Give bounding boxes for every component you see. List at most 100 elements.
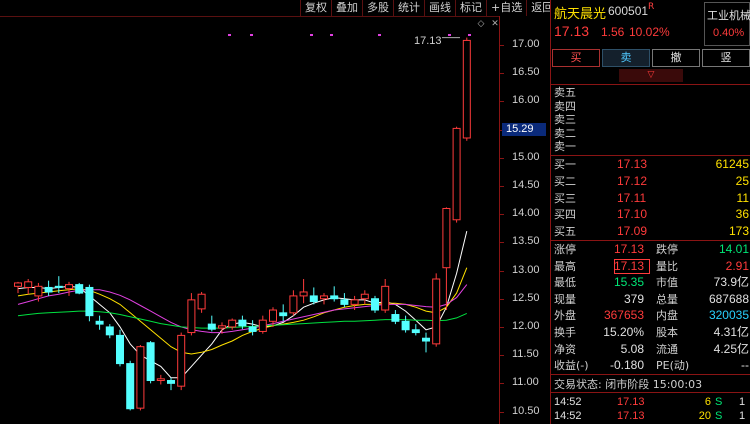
panel-divider [550,0,551,424]
price-axis-label: 11.00 [512,376,539,389]
stat-value: 320035 [708,308,749,323]
tick-side: S [715,410,723,422]
bid-row[interactable]: 买四 17.10 36 [551,206,750,223]
bid-label: 买三 [554,191,576,205]
sector-name: 工业机械 [707,9,750,22]
tick-row: 14:52 17.13 20 S 1 [551,409,750,423]
kline-chart[interactable]: 复权 叠加 多股 统计 画线 标记 +自选 返回 17.13 ◇ ✕ [0,0,553,424]
stat-row: 最高 17.13 量比 2.91 [551,258,750,275]
stock-name: 航天晨光 [554,7,607,22]
ask-row[interactable]: 卖二 [551,127,750,141]
toolbar-mark-button[interactable]: 标记 [455,0,486,16]
tick-count: 1 [739,396,746,408]
bid-label: 买二 [554,174,576,188]
stat-value: 15.20% [603,325,644,339]
ask-row[interactable]: 卖四 [551,100,750,114]
stat-value: 687688 [708,291,749,306]
stat-label: 量比 [656,259,678,273]
price-axis-line [499,16,500,424]
bid-row[interactable]: 买三 17.11 11 [551,190,750,207]
candle-body [340,299,349,305]
candle-body [14,282,22,287]
stat-value: 4.25亿 [713,341,749,356]
price-axis-label: 16.50 [512,66,540,79]
candle-body [156,378,165,382]
stat-value: 14.01 [718,242,749,256]
stat-value: -- [741,358,749,373]
toolbar-stats-button[interactable]: 统计 [393,0,424,16]
ask-row[interactable]: 卖三 [551,113,750,127]
candle-body [136,346,145,409]
candle-body [177,334,186,387]
bid-price: 17.12 [617,173,648,188]
stat-label: 市值 [656,276,678,290]
tick-volume: 6 [704,396,711,408]
toolbar-draw-button[interactable]: 画线 [424,0,455,16]
ask-row[interactable]: 卖五 [551,86,750,100]
bid-price: 17.11 [617,190,647,205]
tick-time: 14:52 [554,410,582,422]
stat-label: 流通 [656,342,678,356]
sector-box[interactable]: 工业机械 0.40% [704,2,750,46]
bid-price: 17.09 [617,224,648,239]
candle-body [422,337,430,342]
toolbar-multistock-button[interactable]: 多股 [362,0,393,16]
candle-body [462,39,471,139]
stat-label: PE(动) [656,359,690,373]
bid-row[interactable]: 买二 17.12 25 [551,173,750,190]
ask-label: 卖五 [554,86,576,99]
candle-body [248,326,257,332]
toolbar-fuquan-button[interactable]: 复权 [300,0,331,16]
stat-label: 内盘 [656,309,678,323]
stat-value: -0.180 [609,358,644,373]
candle-body [309,295,318,303]
price-axis-label: 14.50 [512,178,540,191]
quote-panel: 航天晨光 600501 R 17.13 1.56 10.02% 工业机械 0.4… [550,0,750,424]
bid-price: 17.13 [617,157,648,171]
stat-value: 2.91 [725,258,749,273]
bid-row[interactable]: 买五 17.09 173 [551,223,750,240]
sell-button[interactable]: 卖 [602,49,650,67]
buy-button[interactable]: 买 [552,49,600,67]
price-axis-label: 12.00 [512,319,540,332]
vertical-layout-button[interactable]: 竖 [702,49,750,67]
stat-label: 跌停 [656,243,678,256]
candle-body [197,293,206,310]
bid-row[interactable]: 买一 17.13 61245 [551,156,750,173]
divider [551,392,750,393]
ask-label: 卖一 [554,140,576,153]
ask-row[interactable]: 卖一 [551,140,750,154]
candle-body [258,319,267,332]
ask-label: 卖三 [554,113,576,126]
stat-value: 73.9亿 [713,275,749,290]
bid-label: 买五 [554,225,576,239]
price-axis-label: 12.50 [512,291,540,304]
price-axis-label: 11.50 [512,348,539,361]
event-marker [228,34,231,36]
chevron-down-icon[interactable]: ▽ [619,69,683,82]
candle-body [279,312,288,317]
stat-value: 15.35 [613,275,644,290]
divider [551,374,750,375]
candle-body [360,293,369,300]
kline-svg[interactable] [0,0,500,424]
stat-label: 最低 [554,276,576,290]
price-change: 1.56 [601,25,625,39]
zoom-in-icon[interactable]: ◇ [475,18,487,30]
tick-volume: 20 [698,410,711,422]
candle-body [299,291,308,297]
max-price-annotation: 17.13 [414,35,442,47]
candle-body [85,286,94,317]
stat-label: 换手 [554,326,576,339]
current-price-label: 15.29 [502,123,546,136]
stat-row: 最低 15.35 市值 73.9亿 [551,274,750,291]
toolbar-add-watchlist-button[interactable]: +自选 [486,0,526,16]
stat-label: 涨停 [554,243,576,256]
candle-body [95,320,104,325]
stat-label: 净资 [554,342,576,356]
candle-body [126,363,135,410]
stat-label: 现量 [554,292,576,306]
cancel-order-button[interactable]: 撤 [652,49,700,67]
stat-value: 367653 [603,308,644,323]
toolbar-overlay-button[interactable]: 叠加 [331,0,362,16]
